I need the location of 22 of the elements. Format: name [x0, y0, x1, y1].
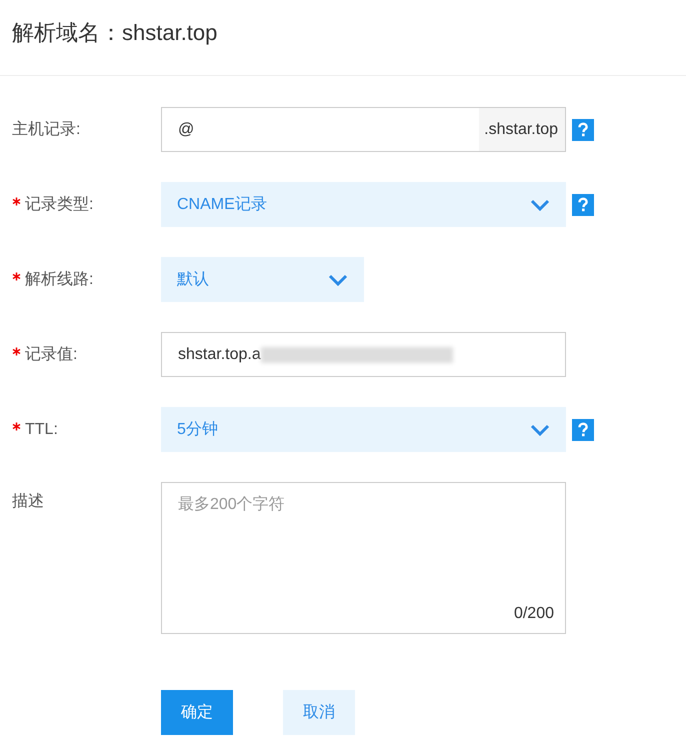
page-title: 解析域名：shstar.top — [12, 20, 218, 46]
dropdown[interactable]: 默认 — [161, 257, 364, 302]
domain-suffix: .shstar.top — [479, 108, 565, 151]
chevron-down-icon — [328, 274, 348, 286]
dropdown[interactable]: 5分钟 — [161, 407, 566, 452]
cancel-button[interactable]: 取消 — [283, 690, 355, 735]
character-counter: 0/200 — [514, 604, 554, 624]
field-label: 记录值: — [25, 344, 78, 364]
chevron-down-icon — [530, 198, 550, 210]
chevron-down-icon — [530, 424, 550, 436]
field-label: TTL: — [25, 420, 58, 440]
help-icon[interactable] — [572, 118, 594, 140]
field-label: 记录类型: — [25, 194, 94, 214]
field-label: 描述 — [12, 492, 44, 512]
help-icon[interactable] — [572, 194, 594, 216]
field-label: 解析线路: — [25, 270, 94, 290]
help-icon[interactable] — [572, 418, 594, 440]
confirm-button[interactable]: 确定 — [161, 690, 233, 735]
field-label: 主机记录: — [12, 120, 80, 140]
dropdown[interactable]: CNAME记录 — [161, 182, 566, 227]
text-field[interactable]: @ .shstar.top — [161, 107, 566, 152]
text-field[interactable]: shstar.top.a — [161, 332, 566, 377]
